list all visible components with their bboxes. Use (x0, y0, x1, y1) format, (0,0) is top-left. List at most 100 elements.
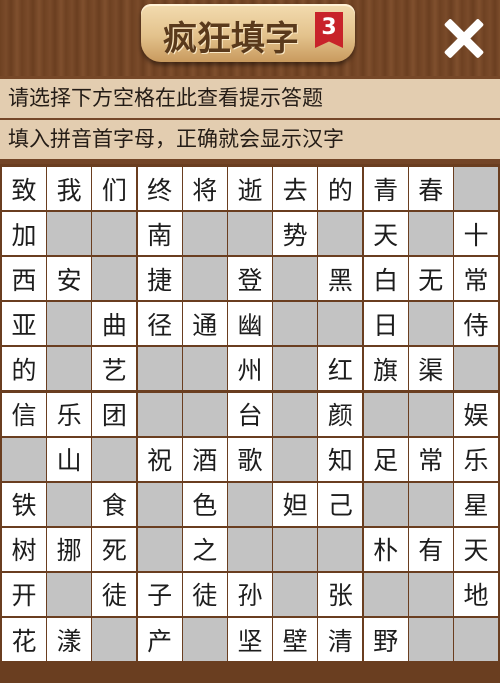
grid-cell-filled[interactable]: 白 (363, 257, 408, 301)
grid-cell-filled[interactable]: 铁 (2, 482, 46, 526)
grid-cell-filled[interactable]: 歌 (228, 437, 272, 481)
grid-cell-filled[interactable]: 产 (137, 618, 182, 661)
grid-cell-empty[interactable] (273, 347, 318, 391)
grid-cell-empty[interactable] (408, 302, 453, 346)
grid-cell-filled[interactable]: 西 (2, 257, 46, 301)
grid-cell-filled[interactable]: 花 (2, 618, 46, 661)
grid-cell-filled[interactable]: 径 (137, 302, 182, 346)
grid-cell-empty[interactable] (273, 437, 318, 481)
grid-cell-filled[interactable]: 徒 (182, 572, 227, 616)
grid-cell-filled[interactable]: 青 (363, 167, 408, 210)
grid-cell-filled[interactable]: 去 (273, 167, 318, 210)
grid-cell-empty[interactable] (137, 482, 182, 526)
grid-cell-filled[interactable]: 酒 (182, 437, 227, 481)
grid-cell-filled[interactable]: 徒 (92, 572, 137, 616)
grid-cell-empty[interactable] (182, 212, 227, 256)
grid-cell-filled[interactable]: 天 (454, 527, 498, 571)
grid-cell-empty[interactable] (273, 527, 318, 571)
grid-cell-filled[interactable]: 乐 (454, 437, 498, 481)
grid-cell-empty[interactable] (92, 212, 137, 256)
grid-cell-empty[interactable] (47, 347, 92, 391)
grid-cell-empty[interactable] (408, 572, 453, 616)
grid-cell-empty[interactable] (182, 618, 227, 661)
grid-cell-empty[interactable] (92, 257, 137, 301)
grid-cell-filled[interactable]: 开 (2, 572, 46, 616)
grid-cell-empty[interactable] (2, 437, 46, 481)
grid-cell-filled[interactable]: 乐 (47, 392, 92, 436)
grid-cell-filled[interactable]: 祝 (137, 437, 182, 481)
grid-cell-empty[interactable] (363, 392, 408, 436)
grid-cell-filled[interactable]: 颜 (318, 392, 363, 436)
grid-cell-empty[interactable] (92, 437, 137, 481)
grid-cell-filled[interactable]: 亚 (2, 302, 46, 346)
grid-cell-filled[interactable]: 知 (318, 437, 363, 481)
grid-cell-filled[interactable]: 们 (92, 167, 137, 210)
grid-cell-empty[interactable] (47, 572, 92, 616)
grid-cell-empty[interactable] (273, 257, 318, 301)
grid-cell-filled[interactable]: 野 (363, 618, 408, 661)
grid-cell-filled[interactable]: 孙 (228, 572, 272, 616)
grid-cell-filled[interactable]: 有 (408, 527, 453, 571)
grid-cell-empty[interactable] (318, 527, 363, 571)
grid-cell-filled[interactable]: 信 (2, 392, 46, 436)
grid-cell-empty[interactable] (228, 527, 272, 571)
grid-cell-filled[interactable]: 红 (318, 347, 363, 391)
grid-cell-filled[interactable]: 妲 (273, 482, 318, 526)
grid-cell-filled[interactable]: 幽 (228, 302, 272, 346)
grid-cell-filled[interactable]: 捷 (137, 257, 182, 301)
grid-cell-filled[interactable]: 日 (363, 302, 408, 346)
grid-cell-empty[interactable] (137, 392, 182, 436)
grid-cell-empty[interactable] (273, 572, 318, 616)
grid-cell-filled[interactable]: 旗 (363, 347, 408, 391)
grid-cell-filled[interactable]: 南 (137, 212, 182, 256)
grid-cell-empty[interactable] (228, 482, 272, 526)
grid-cell-empty[interactable] (47, 482, 92, 526)
grid-cell-filled[interactable]: 加 (2, 212, 46, 256)
grid-cell-filled[interactable]: 星 (454, 482, 498, 526)
grid-cell-filled[interactable]: 曲 (92, 302, 137, 346)
grid-cell-filled[interactable]: 坚 (228, 618, 272, 661)
grid-cell-filled[interactable]: 的 (318, 167, 363, 210)
grid-cell-filled[interactable]: 天 (363, 212, 408, 256)
grid-cell-filled[interactable]: 色 (182, 482, 227, 526)
grid-cell-empty[interactable] (454, 167, 498, 210)
grid-cell-filled[interactable]: 地 (454, 572, 498, 616)
grid-cell-filled[interactable]: 团 (92, 392, 137, 436)
grid-cell-empty[interactable] (408, 392, 453, 436)
grid-cell-empty[interactable] (363, 482, 408, 526)
grid-cell-empty[interactable] (273, 392, 318, 436)
grid-cell-empty[interactable] (408, 618, 453, 661)
grid-cell-empty[interactable] (273, 302, 318, 346)
grid-cell-filled[interactable]: 张 (318, 572, 363, 616)
grid-cell-filled[interactable]: 之 (182, 527, 227, 571)
grid-cell-filled[interactable]: 清 (318, 618, 363, 661)
grid-cell-filled[interactable]: 逝 (228, 167, 272, 210)
grid-cell-empty[interactable] (182, 392, 227, 436)
grid-cell-empty[interactable] (92, 618, 137, 661)
grid-cell-filled[interactable]: 的 (2, 347, 46, 391)
grid-cell-filled[interactable]: 树 (2, 527, 46, 571)
grid-cell-empty[interactable] (318, 212, 363, 256)
grid-cell-filled[interactable]: 山 (47, 437, 92, 481)
grid-cell-filled[interactable]: 侍 (454, 302, 498, 346)
grid-cell-empty[interactable] (47, 302, 92, 346)
grid-cell-empty[interactable] (137, 347, 182, 391)
grid-cell-filled[interactable]: 子 (137, 572, 182, 616)
grid-cell-filled[interactable]: 州 (228, 347, 272, 391)
grid-cell-filled[interactable]: 登 (228, 257, 272, 301)
grid-cell-filled[interactable]: 艺 (92, 347, 137, 391)
grid-cell-filled[interactable]: 台 (228, 392, 272, 436)
grid-cell-filled[interactable]: 十 (454, 212, 498, 256)
grid-cell-filled[interactable]: 常 (454, 257, 498, 301)
grid-cell-empty[interactable] (47, 212, 92, 256)
grid-cell-filled[interactable]: 食 (92, 482, 137, 526)
grid-cell-filled[interactable]: 壁 (273, 618, 318, 661)
grid-cell-filled[interactable]: 致 (2, 167, 46, 210)
grid-cell-filled[interactable]: 死 (92, 527, 137, 571)
grid-cell-filled[interactable]: 终 (137, 167, 182, 210)
grid-cell-filled[interactable]: 安 (47, 257, 92, 301)
grid-cell-empty[interactable] (182, 257, 227, 301)
grid-cell-empty[interactable] (182, 347, 227, 391)
grid-cell-empty[interactable] (228, 212, 272, 256)
grid-cell-empty[interactable] (137, 527, 182, 571)
